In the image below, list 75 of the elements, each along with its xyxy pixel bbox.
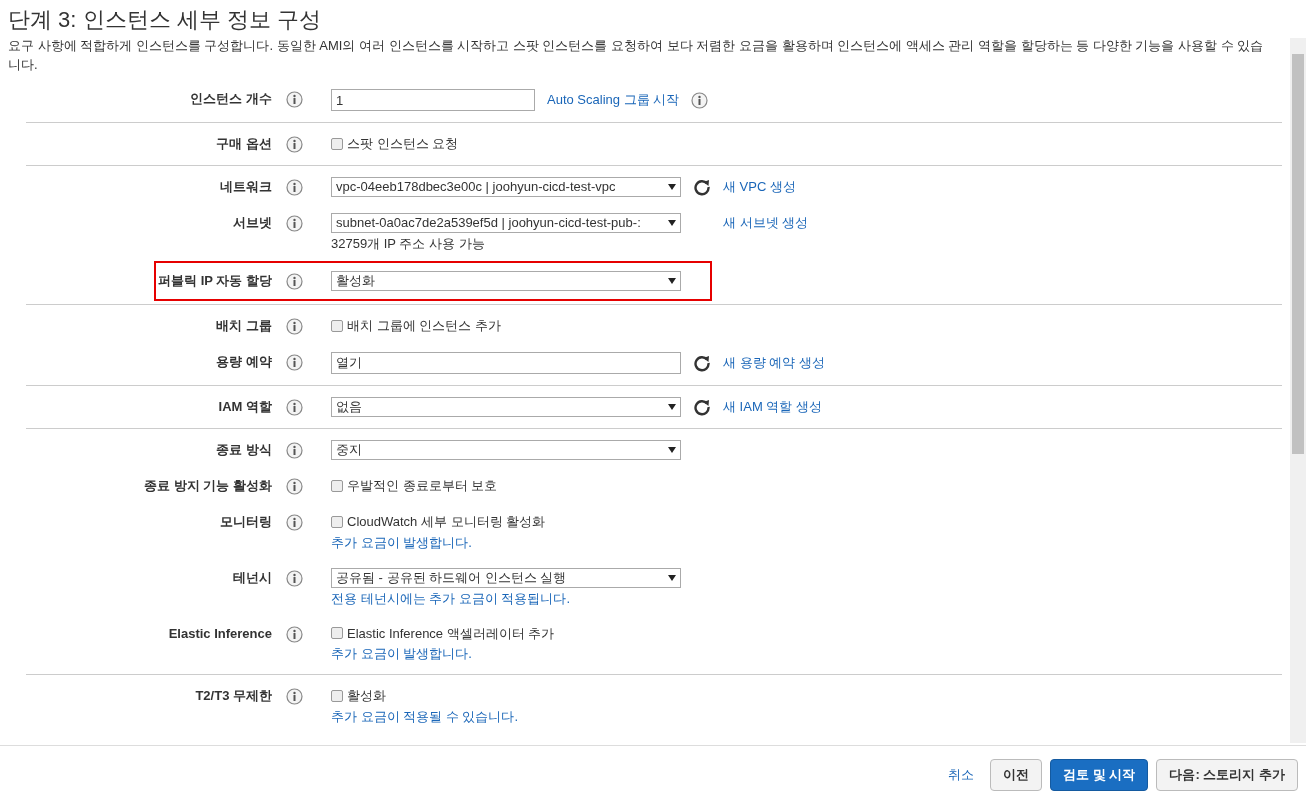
- info-icon[interactable]: [286, 136, 303, 153]
- caret-icon: [668, 278, 676, 284]
- field-label: 배치 그룹: [215, 317, 273, 335]
- info-icon[interactable]: [286, 91, 303, 108]
- info-icon[interactable]: [286, 273, 303, 290]
- cancel-link[interactable]: 취소: [940, 764, 983, 785]
- info-icon[interactable]: [286, 399, 303, 416]
- dropdown[interactable]: subnet-0a0ac7de2a539ef5d | joohyun-cicd-test-pub-:: [331, 213, 681, 233]
- checkbox[interactable]: [331, 479, 343, 492]
- note-link[interactable]: 추가 요금이 발생합니다.: [331, 533, 546, 552]
- link[interactable]: Auto Scaling 그룹 시작: [547, 90, 680, 110]
- field-label: 퍼블릭 IP 자동 할당: [157, 272, 273, 290]
- info-icon[interactable]: [286, 569, 303, 587]
- checkbox[interactable]: [331, 627, 343, 640]
- caret-icon: [668, 220, 676, 226]
- field-label: 종료 방식: [215, 441, 273, 459]
- text-field[interactable]: 열기: [331, 352, 681, 374]
- checkbox[interactable]: [331, 689, 343, 702]
- dropdown[interactable]: 활성화: [331, 271, 681, 291]
- field-label: 네트워크: [219, 178, 273, 196]
- field-label: 구매 옵션: [215, 135, 273, 153]
- refresh-icon[interactable]: [693, 178, 711, 196]
- text-field[interactable]: 1: [331, 89, 535, 111]
- field-label: 인스턴스 개수: [189, 90, 273, 108]
- info-icon[interactable]: [286, 179, 303, 196]
- field-label: 모니터링: [219, 513, 273, 531]
- refresh-icon[interactable]: [693, 398, 711, 416]
- note-text: 32759개 IP 주소 사용 가능: [331, 235, 486, 253]
- field-label: Elastic Inference: [167, 624, 273, 643]
- description: 요구 사항에 적합하게 인스턴스를 구성합니다. 동일한 AMI의 여러 인스턴스를 시작하고 스팟 인스턴스를 요청하여 보다 저렴한 요금을 활용하며 인스턴스에 액세스 관리 역할을 할당하는 등 다양한 기능을 사용할 수 있습니다.: [8, 37, 1265, 74]
- info-icon[interactable]: [691, 91, 709, 109]
- checkbox[interactable]: [331, 137, 343, 150]
- dropdown[interactable]: 중지: [331, 440, 681, 460]
- dropdown[interactable]: vpc-04eeb178dbec3e00c | joohyun-cicd-test-vpc: [331, 177, 681, 197]
- page-title: 단계 3: 인스턴스 세부 정보 구성: [8, 6, 322, 34]
- info-icon[interactable]: [286, 478, 303, 495]
- checkbox-label: 우발적인 종료로부터 보호: [347, 477, 498, 495]
- checkbox[interactable]: [331, 515, 343, 528]
- checkbox-label: 배치 그룹에 인스턴스 추가: [347, 317, 501, 335]
- info-icon[interactable]: [286, 442, 303, 459]
- field-label: T2/T3 무제한: [194, 687, 273, 705]
- link[interactable]: 새 용량 예약 생성: [723, 353, 825, 373]
- checkbox[interactable]: [331, 319, 343, 332]
- note-link[interactable]: 추가 요금이 발생합니다.: [331, 645, 555, 663]
- link[interactable]: 새 VPC 생성: [723, 177, 796, 197]
- scrollbar[interactable]: [1290, 38, 1306, 743]
- link[interactable]: 새 IAM 역할 생성: [723, 397, 822, 417]
- checkbox-label: 스팟 인스턴스 요청: [347, 135, 459, 153]
- primary-button[interactable]: 검토 및 시작: [1050, 758, 1149, 791]
- caret-icon: [668, 404, 676, 410]
- field-label: IAM 역할: [217, 398, 273, 416]
- info-icon[interactable]: [286, 514, 303, 531]
- info-icon[interactable]: [286, 625, 303, 643]
- checkbox-label: Elastic Inference 액셀러레이터 추가: [347, 624, 555, 643]
- field-label: 서브넷: [232, 214, 273, 232]
- field-label: 테넌시: [232, 568, 273, 587]
- info-icon[interactable]: [286, 688, 303, 705]
- dropdown[interactable]: 공유됨 - 공유된 하드웨어 인스턴스 실행: [331, 567, 681, 588]
- field-label: 종료 방지 기능 활성화: [143, 477, 273, 495]
- refresh-icon[interactable]: [693, 354, 711, 372]
- info-icon[interactable]: [286, 354, 303, 371]
- info-icon[interactable]: [286, 318, 303, 335]
- checkbox-label: 활성화: [347, 687, 386, 705]
- secondary-button[interactable]: 이전: [990, 758, 1043, 791]
- info-icon[interactable]: [286, 215, 303, 232]
- note-link[interactable]: 추가 요금이 적용될 수 있습니다.: [331, 707, 519, 726]
- secondary-button[interactable]: 다음: 스토리지 추가: [1156, 758, 1298, 791]
- caret-icon: [668, 574, 676, 581]
- caret-icon: [668, 184, 676, 190]
- field-label: 용량 예약: [215, 353, 273, 371]
- note-link[interactable]: 전용 테넌시에는 추가 요금이 적용됩니다.: [331, 589, 681, 608]
- dropdown[interactable]: 없음: [331, 397, 681, 417]
- caret-icon: [668, 447, 676, 453]
- checkbox-label: CloudWatch 세부 모니터링 활성화: [347, 513, 546, 531]
- link[interactable]: 새 서브넷 생성: [723, 213, 809, 233]
